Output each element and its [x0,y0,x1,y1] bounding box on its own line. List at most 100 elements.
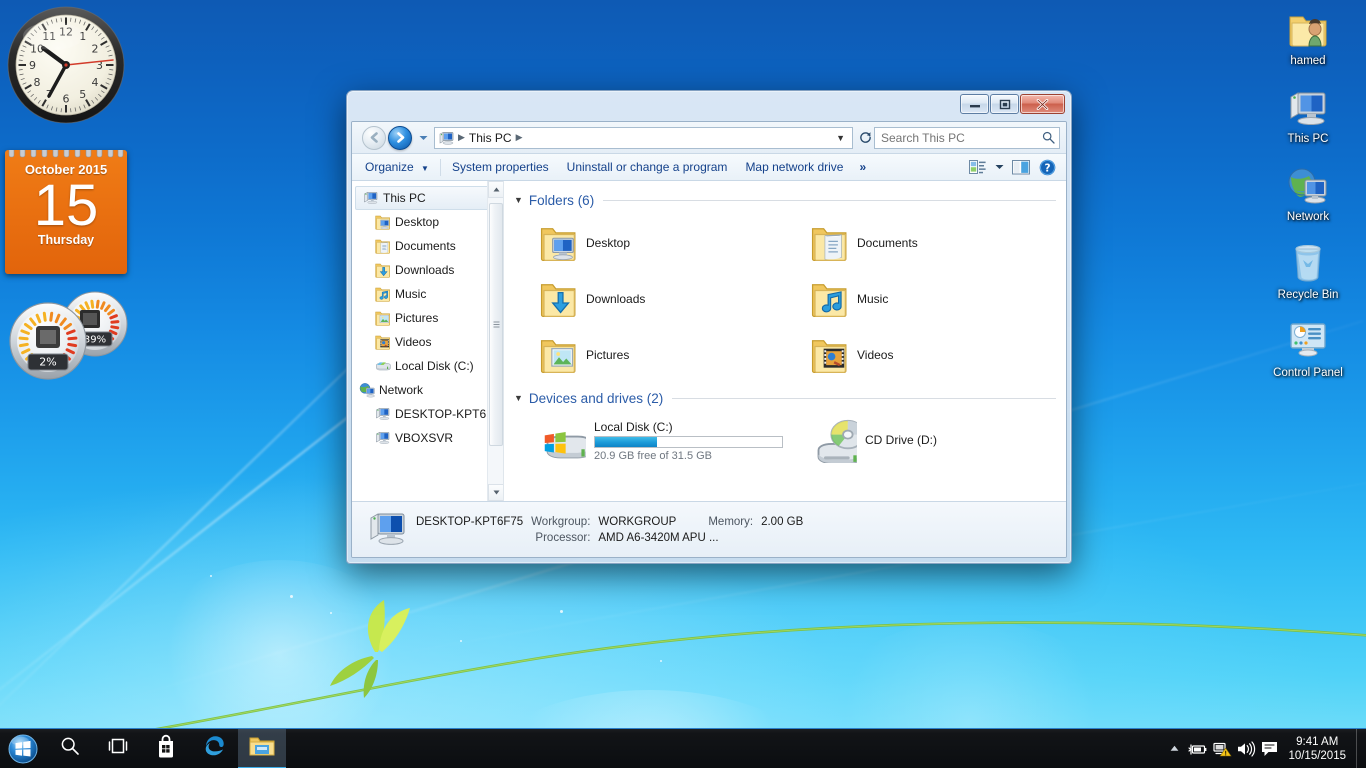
desktop-icon-hamed[interactable]: hamed [1260,4,1356,68]
music-folder-icon [807,280,853,318]
folders-group-header[interactable]: ▼ Folders (6) [514,189,1056,211]
svg-text:8: 8 [34,76,41,89]
folder-tile-music[interactable]: Music [785,271,1056,327]
view-dropdown-icon[interactable] [992,157,1006,178]
minimize-button[interactable] [960,94,989,114]
calendar-gadget[interactable]: October 2015 15 Thursday [5,150,127,274]
preview-pane-icon[interactable] [1008,157,1033,178]
taskbar-task-view-button[interactable] [94,729,142,768]
recent-locations-button[interactable] [415,135,431,141]
help-icon[interactable]: ? [1035,157,1060,178]
clock-button[interactable]: 9:41 AM 10/15/2015 [1282,735,1356,763]
nav-item-label: DESKTOP-KPT6F [395,407,493,421]
collapse-triangle-icon[interactable]: ▼ [514,195,523,205]
organize-button[interactable]: Organize ▼ [356,157,438,178]
desktop-icon-label: Recycle Bin [1260,289,1356,302]
svg-text:4: 4 [92,76,99,89]
map-network-drive-button[interactable]: Map network drive [736,157,852,178]
taskbar-search-button[interactable] [46,729,94,768]
back-button[interactable] [362,126,386,150]
refresh-button[interactable] [856,128,874,148]
collapse-triangle-icon[interactable]: ▼ [514,393,523,403]
wallpaper-sparkle [660,660,662,662]
desktop-icon-this-pc[interactable]: This PC [1260,82,1356,146]
scroll-up-button[interactable] [488,181,504,198]
action-center-icon[interactable] [1258,729,1282,768]
nav-item-label: Pictures [395,311,438,325]
close-button[interactable] [1020,94,1065,114]
maximize-button[interactable] [990,94,1019,114]
desktop-icon-control-panel[interactable]: Control Panel [1260,316,1356,380]
cpu-meter-gadget[interactable]: 39% 2% [2,288,132,380]
address-dropdown-button[interactable]: ▼ [831,133,850,143]
search-icon[interactable] [1042,131,1055,144]
folder-tile-documents[interactable]: Documents [785,215,1056,271]
details-row: DESKTOP-KPT6F75 Workgroup: WORKGROUP Mem… [416,515,833,529]
network-warning-icon[interactable] [1210,729,1234,768]
toolbar-overflow-button[interactable]: » [852,157,873,178]
drive-tile-local-disk-c[interactable]: Local Disk (C:)20.9 GB free of 31.5 GB [514,413,785,469]
music-folder-icon [374,286,391,302]
taskbar-edge-button[interactable] [190,729,238,768]
nav-item-this-pc[interactable]: This PC [355,186,500,210]
battery-icon[interactable] [1186,729,1210,768]
address-bar[interactable]: ▶ This PC ▶ ▼ [434,127,853,149]
nav-item-music[interactable]: Music [352,282,503,306]
taskbar-file-explorer-button[interactable] [238,729,286,768]
documents-folder-icon [374,238,391,254]
folder-tile-desktop[interactable]: Desktop [514,215,785,271]
file-explorer-window[interactable]: ▶ This PC ▶ ▼ [346,90,1072,564]
clock-gadget[interactable]: 123456789101112 [5,4,127,126]
desktop-icon-label: Control Panel [1260,367,1356,380]
hard-drive-icon [374,358,391,374]
nav-item-local-disk-c[interactable]: Local Disk (C:) [352,354,503,378]
navigation-pane[interactable]: This PC Desktop DocumentsDownloadsMusic Pic… [352,181,504,501]
address-row: ▶ This PC ▶ ▼ [352,122,1066,154]
window-titlebar[interactable] [351,95,1067,121]
show-desktop-button[interactable] [1356,729,1364,768]
desktop[interactable]: 123456789101112 October 2015 15 Thursday [0,0,1366,768]
chevron-down-icon: ▼ [421,164,429,173]
nav-item-pictures[interactable]: Pictures [352,306,503,330]
taskbar[interactable]: 9:41 AM 10/15/2015 [0,728,1366,768]
drive-tile-cd-drive-d[interactable]: CD Drive (D:) [785,413,1056,469]
nav-item-downloads[interactable]: Downloads [352,258,503,282]
scroll-down-button[interactable] [488,484,504,501]
folder-tile-label: Pictures [586,348,629,362]
wallpaper-sparkle [210,575,212,577]
nav-item-documents[interactable]: Documents [352,234,503,258]
nav-item-videos[interactable]: Videos [352,330,503,354]
nav-item-network[interactable]: Network [352,378,503,402]
uninstall-change-program-button[interactable]: Uninstall or change a program [558,157,737,178]
content-pane[interactable]: ▼ Folders (6) Desktop DocumentsDownloadsM… [504,181,1066,501]
start-button[interactable] [0,729,46,768]
folder-tile-videos[interactable]: Videos [785,327,1056,383]
desktop-icon-label: hamed [1260,55,1356,68]
task-view-icon [107,737,129,760]
change-view-icon[interactable] [965,157,990,178]
folder-tile-downloads[interactable]: Downloads [514,271,785,327]
search-input[interactable] [881,131,1042,145]
scrollbar-thumb[interactable] [489,203,503,446]
folder-tile-pictures[interactable]: Pictures [514,327,785,383]
navigation-scrollbar[interactable] [487,181,503,501]
breadcrumb-separator[interactable]: ▶ [515,132,524,143]
devices-group-header[interactable]: ▼ Devices and drives (2) [514,387,1056,409]
desktop-icon-network[interactable]: Network [1260,160,1356,224]
processor-value: AMD A6-3420M APU ... [598,531,833,545]
taskbar-store-button[interactable] [142,729,190,768]
tray-overflow-button[interactable] [1162,729,1186,768]
desktop-icon-label: This PC [1260,133,1356,146]
search-box[interactable] [874,127,1060,149]
desktop-icon-recycle-bin[interactable]: Recycle Bin [1260,238,1356,302]
folder-tile-label: Desktop [586,236,630,250]
speaker-icon[interactable] [1234,729,1258,768]
nav-item-vboxsvr[interactable]: VBOXSVR [352,426,503,450]
forward-button[interactable] [388,126,412,150]
breadcrumb-this-pc[interactable]: This PC [466,131,515,145]
wallpaper-glow [150,560,410,750]
system-properties-button[interactable]: System properties [443,157,558,178]
nav-item-label: Desktop [395,215,439,229]
nav-item-desktop-kpt6f[interactable]: DESKTOP-KPT6F [352,402,503,426]
nav-item-desktop[interactable]: Desktop [352,210,503,234]
